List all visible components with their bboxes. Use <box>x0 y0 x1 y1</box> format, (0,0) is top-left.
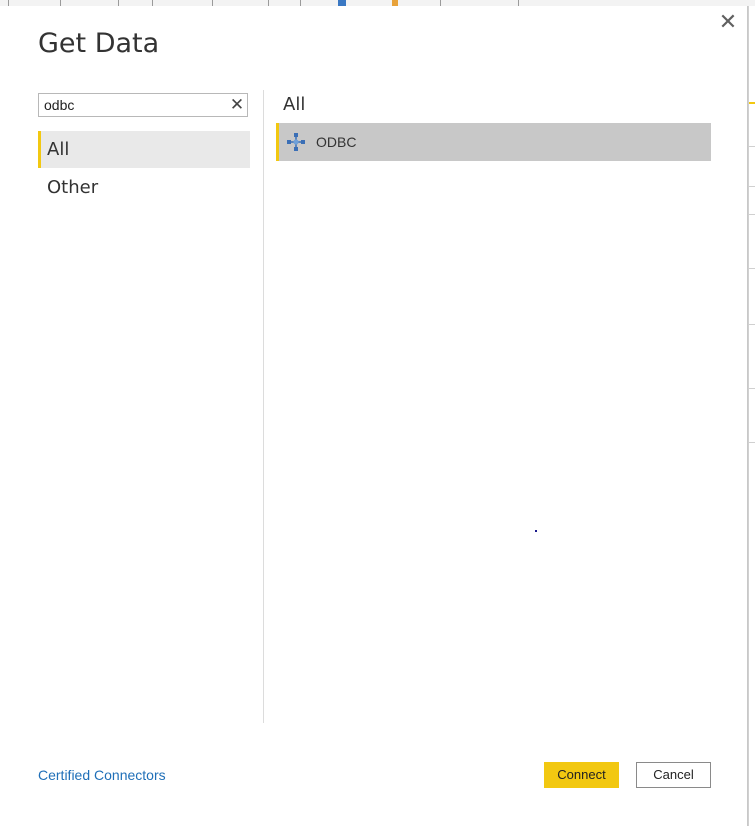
background-app-panel <box>748 6 755 826</box>
odbc-connector-icon <box>287 133 305 151</box>
category-all[interactable]: All <box>38 131 250 168</box>
panel-line <box>749 214 755 215</box>
certified-connectors-link[interactable]: Certified Connectors <box>38 767 166 783</box>
accent-strip <box>749 102 755 104</box>
panel-line <box>749 324 755 325</box>
cancel-button[interactable]: Cancel <box>636 762 711 788</box>
panel-line <box>749 186 755 187</box>
dialog-title: Get Data <box>38 28 160 59</box>
get-data-dialog: ✕ Get Data ✕ All Other All <box>0 6 748 826</box>
screen: ✕ Get Data ✕ All Other All <box>0 0 755 826</box>
connector-label: ODBC <box>316 134 357 150</box>
panel-line <box>749 268 755 269</box>
close-icon: ✕ <box>718 10 738 35</box>
pane-divider <box>263 90 264 723</box>
connect-button[interactable]: Connect <box>544 762 619 788</box>
clear-search-icon[interactable]: ✕ <box>229 96 245 114</box>
search-input[interactable] <box>44 96 224 114</box>
category-other[interactable]: Other <box>38 169 250 206</box>
search-box[interactable]: ✕ <box>38 93 248 117</box>
results-heading: All <box>283 94 306 115</box>
cursor-dot <box>535 530 537 532</box>
close-button[interactable]: ✕ <box>716 12 740 36</box>
panel-line <box>749 146 755 147</box>
connector-item-odbc[interactable]: ODBC <box>276 123 711 161</box>
panel-line <box>749 388 755 389</box>
panel-line <box>749 442 755 443</box>
